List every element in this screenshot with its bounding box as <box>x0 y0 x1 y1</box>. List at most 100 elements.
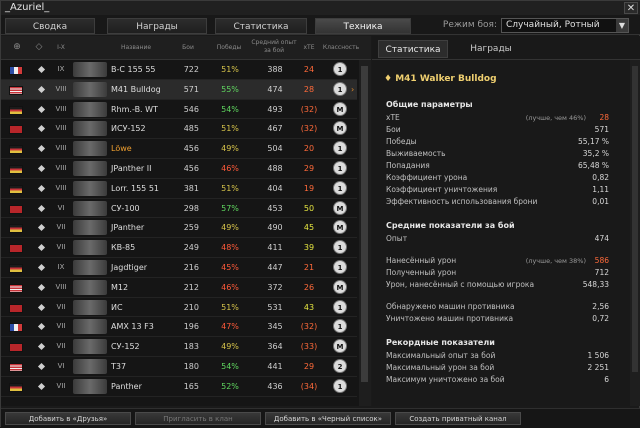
avg-exp: 467 <box>267 124 283 134</box>
avg-exp-column[interactable]: Средний опыт за бой <box>251 39 297 55</box>
avg-exp: 504 <box>267 144 283 154</box>
stat-value: 0,72 <box>592 314 609 323</box>
create-private-channel-button[interactable]: Создать приватный канал <box>395 412 521 425</box>
nation-flag-icon <box>9 224 23 234</box>
table-row[interactable]: VI T37 180 54% 441 29 2 <box>1 357 357 377</box>
win-rate: 51% <box>221 124 239 134</box>
window-title: _Azuriel_ <box>5 2 50 13</box>
table-row[interactable]: IX B-C 155 55 722 51% 388 24 1 <box>1 60 357 80</box>
table-row[interactable]: VIII ИСУ-152 485 51% 467 (32) M <box>1 119 357 140</box>
wins-column[interactable]: Победы <box>211 44 247 52</box>
table-row[interactable]: IX Jagdtiger 216 45% 447 21 1 <box>1 258 357 278</box>
tier-column[interactable]: I-X <box>51 44 71 52</box>
xte: 45 <box>303 223 315 233</box>
tier: VII <box>56 302 66 311</box>
vehicle-name: СУ-152 <box>111 342 140 352</box>
table-row[interactable]: VII JPanther 259 49% 490 45 M <box>1 218 357 239</box>
vehicle-type-icon <box>37 283 46 291</box>
stat-value: 712 <box>594 268 609 277</box>
table-row[interactable]: VIII JPanther II 456 46% 488 29 1 <box>1 159 357 179</box>
battles: 485 <box>183 124 199 134</box>
nation-flag-icon <box>9 323 23 333</box>
battles: 216 <box>183 262 199 272</box>
table-row[interactable]: VIII M41 Bulldog 571 55% 474 28 1 › <box>1 79 357 100</box>
vehicle-type-icon <box>37 244 46 252</box>
tier: VIII <box>55 104 67 113</box>
table-row[interactable]: VII AMX 13 F3 196 47% 345 (32) 1 <box>1 317 357 338</box>
table-row[interactable]: VI СУ-100 298 57% 453 50 M <box>1 199 357 219</box>
stat-label: Коэффициент урона <box>386 173 468 182</box>
class-badge-icon: M <box>333 220 347 235</box>
tab-vehicles[interactable]: Техника <box>315 18 411 34</box>
table-row[interactable]: VIII Lorr. 155 51 381 51% 404 19 1 <box>1 179 357 199</box>
nation-flag-icon <box>9 283 23 293</box>
stat-label: Выживаемость <box>386 149 446 158</box>
vehicle-name: M41 Walker Bulldog <box>395 74 497 84</box>
xte-column[interactable]: xTE <box>297 44 321 52</box>
class-column[interactable]: Классность <box>321 44 361 52</box>
stat-value: 2,56 <box>592 302 609 311</box>
class-badge-icon: 1 <box>333 319 347 334</box>
details-scrollbar-thumb[interactable] <box>632 66 638 372</box>
table-header: ⊕ ◇ I-X Название Бои Победы Средний опыт… <box>1 36 371 60</box>
stat-label: Эффективность использования брони <box>386 197 538 206</box>
avg-exp: 388 <box>267 65 283 74</box>
xte: 28 <box>303 84 315 94</box>
stat-label: Максимум уничтожено за бой <box>386 375 505 384</box>
tank-thumbnail <box>73 378 107 394</box>
tier: IX <box>57 262 65 271</box>
tier: VII <box>56 322 66 331</box>
tab-summary[interactable]: Сводка <box>5 18 95 34</box>
invite-to-clan-button[interactable]: Пригласить в клан <box>135 412 261 425</box>
tier: VIII <box>55 124 67 133</box>
table-row[interactable]: VII ИС 210 51% 531 43 1 <box>1 298 357 318</box>
stat-value: 1,11 <box>592 185 609 194</box>
nation-flag-icon <box>9 125 23 135</box>
nation-flag-icon <box>9 362 23 372</box>
table-scrollbar[interactable] <box>359 60 371 406</box>
details-tabs: Статистика Награды <box>372 36 640 60</box>
tier: VII <box>56 223 66 232</box>
tank-thumbnail <box>73 319 107 335</box>
stat-value: 586 <box>594 256 609 265</box>
stat-label: Нанесённый урон <box>386 256 457 265</box>
vehicle-name: T37 <box>111 361 127 371</box>
tier: VIII <box>55 282 67 291</box>
nation-column-icon[interactable]: ⊕ <box>9 43 25 52</box>
vehicle-name: Jagdtiger <box>111 262 148 272</box>
table-row[interactable]: VII СУ-152 183 49% 364 (33) M <box>1 337 357 357</box>
table-row[interactable]: VII Panther 165 52% 436 (34) 1 <box>1 377 357 397</box>
nation-flag-icon <box>9 263 23 273</box>
vehicle-type-icon <box>37 125 46 133</box>
tab-statistics[interactable]: Статистика <box>215 18 307 34</box>
battles-column[interactable]: Бои <box>175 44 201 52</box>
records-section-title: Рекордные показатели <box>386 338 495 347</box>
close-icon[interactable]: ✕ <box>624 2 638 14</box>
name-column[interactable]: Название <box>101 44 171 52</box>
tab-awards[interactable]: Награды <box>107 18 207 34</box>
battles: 456 <box>183 163 199 173</box>
add-to-blacklist-button[interactable]: Добавить в «Черный список» <box>265 412 391 425</box>
tier: VII <box>56 342 66 351</box>
nation-flag-icon <box>9 303 23 313</box>
table-row[interactable]: VIII Löwe 456 49% 504 20 1 <box>1 139 357 159</box>
stat-label: Уничтожено машин противника <box>386 314 514 323</box>
vehicle-name: JPanther II <box>111 163 152 173</box>
battle-mode-select[interactable]: Случайный, Ротный ▼ <box>501 18 629 33</box>
tab-vehicle-statistics[interactable]: Статистика <box>378 40 448 58</box>
selected-arrow-icon: › <box>351 84 355 94</box>
win-rate: 45% <box>221 262 239 272</box>
table-row[interactable]: VIII Rhm.-B. WT 546 54% 493 (32) M <box>1 100 357 120</box>
type-column-icon[interactable]: ◇ <box>31 43 47 52</box>
add-friend-button[interactable]: Добавить в «Друзья» <box>5 412 131 425</box>
vehicle-type-icon <box>37 145 46 153</box>
details-scrollbar[interactable] <box>630 60 640 406</box>
class-badge-icon: M <box>333 101 347 116</box>
table-row[interactable]: VIII M12 212 46% 372 26 M <box>1 278 357 298</box>
scrollbar-thumb[interactable] <box>361 66 368 382</box>
tank-thumbnail <box>73 160 107 176</box>
table-row[interactable]: VII КВ-85 249 48% 411 39 1 <box>1 238 357 258</box>
win-rate: 47% <box>221 322 239 332</box>
battle-mode-value: Случайный, Ротный <box>506 20 600 30</box>
tab-vehicle-awards[interactable]: Награды <box>456 40 526 58</box>
